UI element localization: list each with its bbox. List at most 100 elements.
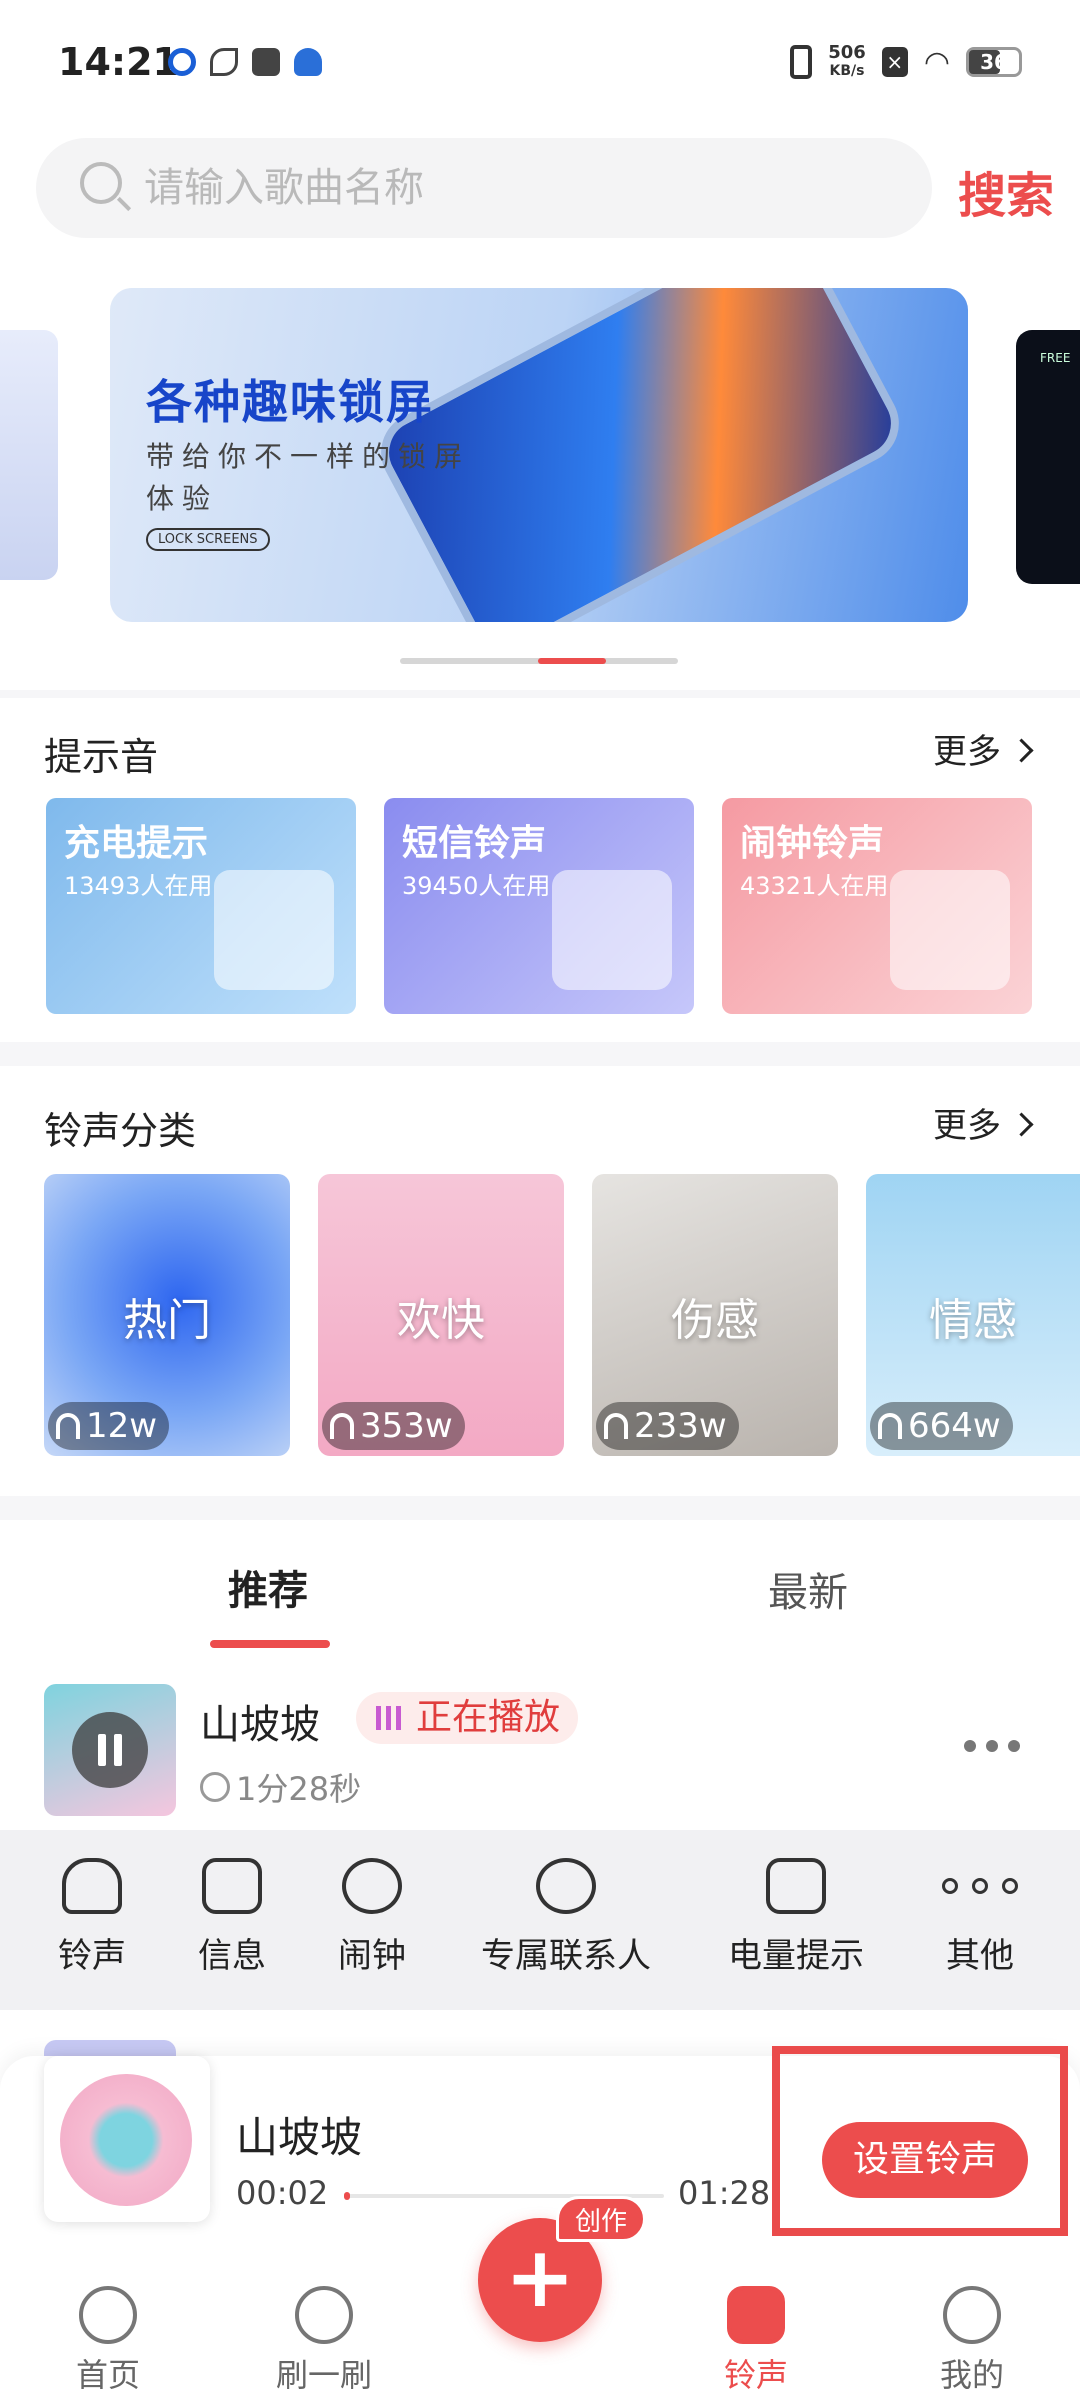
player-current-time: 00:02 (236, 2174, 329, 2212)
more-options-icon (942, 1858, 1018, 1914)
category-name: 欢快 (397, 1295, 485, 1346)
dot-icon (986, 1740, 998, 1752)
now-playing-badge: 正在播放 (356, 1692, 579, 1744)
banner-next-text: FREE (1040, 351, 1071, 365)
tab-latest[interactable]: 最新 (768, 1560, 848, 1618)
headphones-icon (604, 1413, 628, 1439)
play-circle-icon (79, 2286, 137, 2344)
set-as-action-bar: 铃声 信息 闹钟 专属联系人 电量提示 其他 (0, 1830, 1080, 2010)
action-ringtone[interactable]: 铃声 (52, 1858, 132, 1977)
search-button[interactable]: 搜索 (958, 156, 1054, 226)
listen-count: 12w (48, 1402, 170, 1450)
system-status: 506 KB/s × ◠ 36 (790, 44, 1022, 80)
tone-card-users: 39450人在用 (402, 872, 551, 900)
category-card-sad[interactable]: 伤感 233w (592, 1174, 838, 1456)
nav-mine[interactable]: 我的 (902, 2264, 1042, 2396)
banner-indicator-active (538, 658, 606, 664)
action-battery[interactable]: 电量提示 (718, 1858, 874, 1977)
tone-card-sms[interactable]: 短信铃声 39450人在用 (384, 798, 694, 1014)
wifi-icon: ◠ (923, 44, 950, 80)
player-song-title: 山坡坡 (236, 2113, 363, 2162)
headphones-icon (878, 1413, 902, 1439)
alarm-clock-thumbnail (890, 870, 1010, 990)
banner-indicator (400, 658, 678, 664)
music-note-icon (727, 2286, 785, 2344)
tone-card-users: 13493人在用 (64, 872, 213, 900)
song-duration: 1分28秒 (200, 1764, 361, 1810)
song-cover[interactable] (44, 1684, 176, 1816)
mail-icon (252, 48, 280, 76)
action-contact[interactable]: 专属联系人 (472, 1858, 660, 1977)
banner-next-slide[interactable]: FREE (1016, 330, 1080, 584)
search-icon (80, 162, 122, 204)
song-more-button[interactable] (964, 1740, 1020, 1752)
nav-swipe[interactable]: 刷一刷 (254, 2264, 394, 2396)
notify-more-link[interactable]: 更多 (933, 724, 1030, 773)
vibrate-icon (790, 45, 813, 79)
tone-card-users: 43321人在用 (740, 872, 889, 900)
banner-tag: LOCK SCREENS (146, 528, 270, 551)
nav-home[interactable]: 首页 (38, 2264, 178, 2396)
tone-card-charging[interactable]: 充电提示 13493人在用 (46, 798, 356, 1014)
song-title[interactable]: 山坡坡 (200, 1692, 320, 1750)
banner-subtitle: 带给你不一样的锁屏体验 (146, 440, 471, 515)
no-sim-icon: × (881, 47, 908, 77)
pause-icon[interactable] (72, 1712, 148, 1788)
action-other[interactable]: 其他 (938, 1858, 1022, 1977)
category-name: 伤感 (671, 1295, 759, 1346)
charging-thumbnail (214, 870, 334, 990)
category-name: 热门 (123, 1295, 211, 1346)
refresh-icon (295, 2286, 353, 2344)
contact-icon (536, 1858, 596, 1914)
listen-count: 353w (322, 1402, 465, 1450)
action-message[interactable]: 信息 (192, 1858, 272, 1977)
status-bar: 14:21 506 KB/s × ◠ 36 (0, 0, 1080, 120)
category-card-happy[interactable]: 欢快 353w (318, 1174, 564, 1456)
action-alarm[interactable]: 闹钟 (332, 1858, 412, 1977)
battery-alert-icon (766, 1858, 826, 1914)
category-section-title: 铃声分类 (44, 1109, 197, 1153)
banner-prev-slide[interactable] (0, 330, 58, 580)
search-bar[interactable] (36, 138, 932, 238)
battery-icon: 36 (966, 47, 1022, 77)
notify-section-title: 提示音 (44, 735, 159, 779)
bell-icon (62, 1858, 122, 1914)
player-cover[interactable] (44, 2056, 210, 2222)
set-ringtone-button[interactable]: 设置铃声 (822, 2122, 1028, 2198)
category-card-emotion[interactable]: 情感 664w (866, 1174, 1080, 1456)
message-icon (202, 1858, 262, 1914)
lock-app-icon (294, 48, 322, 76)
tone-card-name: 闹钟铃声 (740, 823, 885, 864)
banner-slide[interactable]: 各种趣味锁屏 带给你不一样的锁屏体验 LOCK SCREENS (110, 288, 968, 622)
leaf-icon (210, 48, 238, 76)
create-badge[interactable]: 创作 (556, 2196, 646, 2242)
player-total-time: 01:28 (678, 2174, 771, 2212)
tone-card-name: 充电提示 (64, 823, 209, 864)
nav-ringtone[interactable]: 铃声 (686, 2264, 826, 2396)
category-card-hot[interactable]: 热门 12w (44, 1174, 290, 1456)
tone-card-name: 短信铃声 (402, 823, 547, 864)
net-speed: 506 KB/s (828, 42, 866, 80)
dot-icon (1008, 1740, 1020, 1752)
listen-count: 233w (596, 1402, 739, 1450)
listen-count: 664w (870, 1402, 1013, 1450)
alarm-icon (342, 1858, 402, 1914)
search-input[interactable] (144, 160, 884, 216)
banner-title: 各种趣味锁屏 (146, 375, 434, 429)
category-name: 情感 (929, 1295, 1017, 1346)
clock-icon (200, 1772, 230, 1802)
dot-icon (964, 1740, 976, 1752)
tone-card-alarm[interactable]: 闹钟铃声 43321人在用 (722, 798, 1032, 1014)
notification-icons (168, 48, 322, 76)
tab-recommend[interactable]: 推荐 (228, 1558, 308, 1616)
status-time: 14:21 (58, 40, 179, 84)
category-more-link[interactable]: 更多 (933, 1098, 1030, 1147)
plus-icon: + (504, 2228, 576, 2326)
headphones-icon (56, 1413, 80, 1439)
chat-bubble-thumbnail (552, 870, 672, 990)
player-disc (60, 2074, 192, 2206)
equalizer-icon (376, 1706, 404, 1730)
headphones-icon (330, 1413, 354, 1439)
app-notification-icon (168, 48, 196, 76)
tab-indicator (210, 1640, 330, 1648)
